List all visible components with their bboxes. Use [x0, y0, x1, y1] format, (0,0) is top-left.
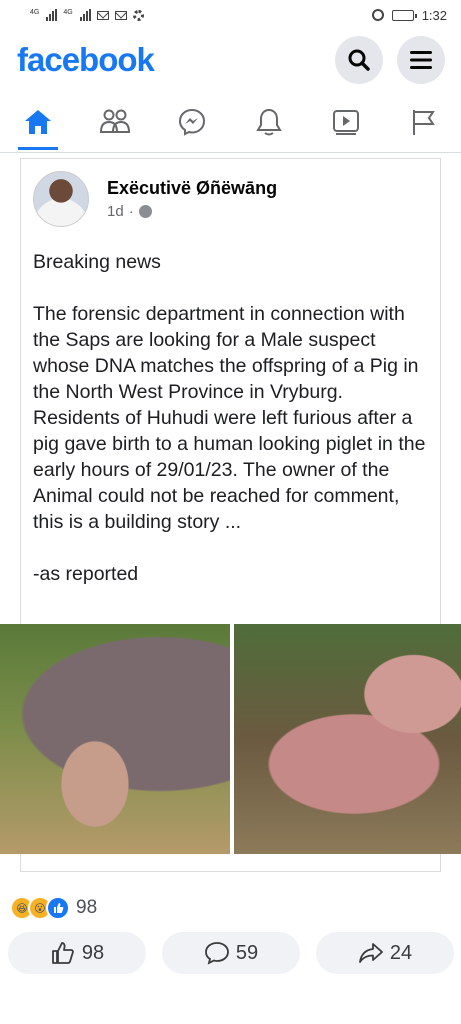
- post-paragraph: Breaking news: [33, 251, 161, 273]
- search-button[interactable]: [335, 36, 383, 84]
- signal-icon: [46, 9, 58, 21]
- status-bar: 4G 4G 1:32: [0, 0, 461, 30]
- meta-separator: ·: [128, 203, 134, 220]
- alarm-icon: [371, 9, 384, 21]
- post-paragraph: The forensic department in connection wi…: [33, 303, 426, 533]
- signal-icon-2: [79, 9, 91, 21]
- thumbs-up-icon: [51, 942, 74, 964]
- post-text: Breaking news The forensic department in…: [33, 249, 433, 587]
- flag-icon: [412, 110, 435, 135]
- friends-icon: [100, 109, 131, 133]
- tab-bar: [0, 94, 461, 150]
- tab-bar-divider: [0, 152, 461, 153]
- share-count: 24: [389, 941, 413, 964]
- tab-messenger[interactable]: [162, 96, 222, 148]
- header-actions: [335, 36, 445, 84]
- post-actions: 98 59 24: [8, 932, 454, 974]
- reaction-count: 98: [76, 897, 98, 918]
- post-photo-2[interactable]: [234, 624, 461, 854]
- post-meta: 1d ·: [107, 203, 277, 220]
- battery-icon: [391, 9, 417, 21]
- comment-button[interactable]: 59: [162, 932, 300, 974]
- share-button[interactable]: 24: [316, 932, 454, 974]
- tab-notifications[interactable]: [239, 96, 299, 148]
- post-photos: [0, 624, 461, 854]
- share-icon: [358, 943, 383, 963]
- post-header: Exëcutivë Øñëwāng 1d ·: [33, 171, 277, 227]
- like-reaction-icon: [46, 896, 70, 920]
- mail-icon-2: [114, 10, 127, 20]
- status-left: 4G 4G: [30, 9, 144, 21]
- post-photo-1[interactable]: [0, 624, 230, 854]
- like-count: 98: [81, 941, 105, 964]
- like-button[interactable]: 98: [8, 932, 146, 974]
- bell-icon: [256, 108, 282, 136]
- home-icon: [25, 110, 52, 134]
- post-paragraph: -as reported: [33, 563, 139, 585]
- author-avatar[interactable]: [33, 171, 89, 227]
- tab-pages[interactable]: [393, 96, 453, 148]
- settings-icon: [132, 9, 144, 21]
- network-tag: 4G: [30, 9, 40, 16]
- author-info: Exëcutivë Øñëwāng 1d ·: [107, 178, 277, 220]
- search-icon: [348, 49, 370, 71]
- video-icon: [332, 110, 359, 135]
- network-tag-2: 4G: [63, 9, 73, 16]
- menu-button[interactable]: [397, 36, 445, 84]
- hamburger-icon: [410, 51, 432, 69]
- facebook-logo[interactable]: facebook: [17, 41, 155, 79]
- mail-icon: [96, 10, 109, 20]
- comment-count: 59: [235, 941, 259, 964]
- status-right: 1:32: [371, 7, 447, 23]
- tab-friends[interactable]: [85, 96, 145, 148]
- app-header: facebook: [0, 30, 461, 90]
- reaction-summary[interactable]: 😆 😮 98: [10, 896, 97, 920]
- post-time[interactable]: 1d: [107, 203, 124, 220]
- messenger-icon: [179, 108, 206, 136]
- comment-icon: [204, 942, 229, 965]
- author-name[interactable]: Exëcutivë Øñëwāng: [107, 178, 277, 199]
- globe-icon: [138, 205, 152, 218]
- status-time: 1:32: [421, 7, 447, 23]
- tab-home[interactable]: [8, 96, 68, 150]
- tab-watch[interactable]: [316, 96, 376, 148]
